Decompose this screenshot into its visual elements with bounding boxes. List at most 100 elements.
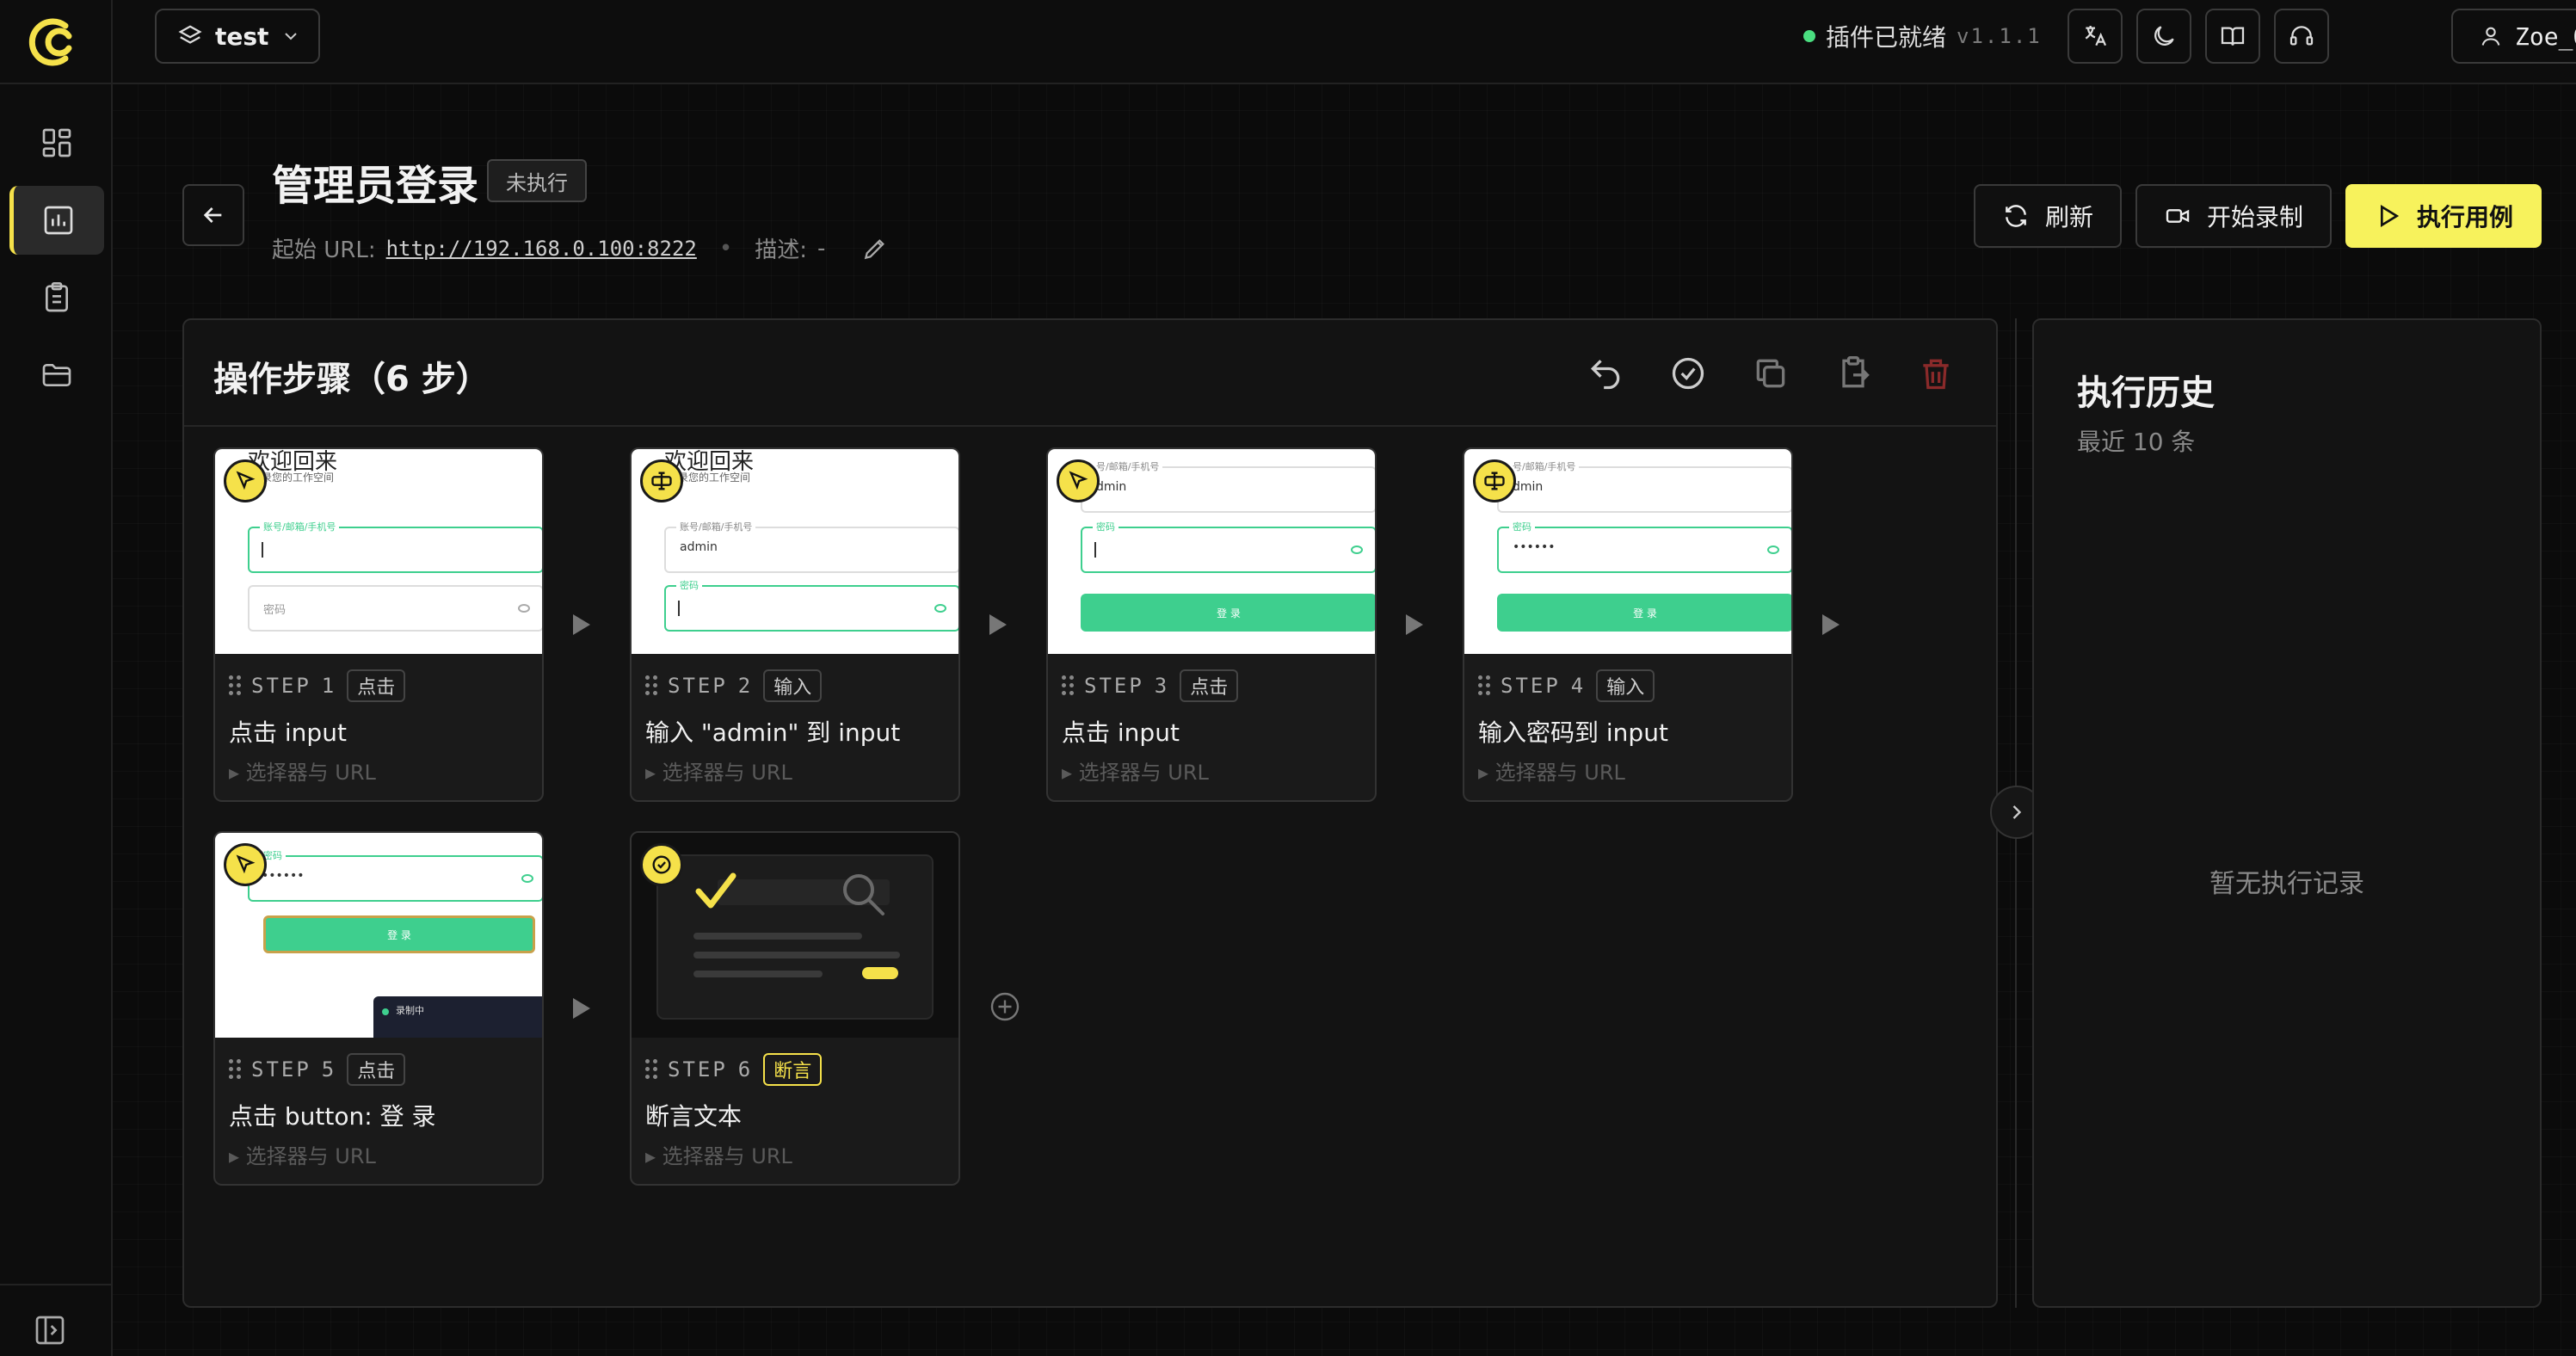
thumb-password-value: •••••• <box>262 869 305 883</box>
workspace-selector[interactable]: test <box>155 9 320 64</box>
support-button[interactable] <box>2274 9 2329 64</box>
meta-separator: • <box>718 235 733 262</box>
step-6-type-badge <box>640 843 683 886</box>
clipboard-export-icon <box>1842 356 1870 388</box>
thumb-account-field <box>248 527 542 573</box>
start-url-link[interactable]: http://192.168.0.100:8222 <box>386 237 697 261</box>
step-label: STEP <box>1084 674 1144 698</box>
language-button[interactable] <box>2068 9 2123 64</box>
theme-toggle-button[interactable] <box>2136 9 2191 64</box>
step-selector-toggle[interactable]: ▸ 选择器与 URL <box>229 755 376 786</box>
check-circle-icon <box>652 855 671 874</box>
book-open-icon <box>2221 27 2245 46</box>
step-4-type-badge <box>1473 459 1516 502</box>
step-type-tag: 点击 <box>1180 669 1239 702</box>
sidebar-item-test-cases[interactable] <box>0 184 113 256</box>
flow-arrow <box>989 614 1007 635</box>
pointer-icon <box>236 854 256 874</box>
step-selector-toggle[interactable]: ▸ 选择器与 URL <box>1062 755 1209 786</box>
pointer-icon <box>236 471 256 490</box>
step-label: STEP <box>251 674 311 698</box>
add-step-icon[interactable] <box>989 991 1020 1022</box>
step-number: 4 <box>1570 674 1587 698</box>
drag-handle-icon[interactable] <box>645 1059 657 1080</box>
step-selector-toggle[interactable]: ▸ 选择器与 URL <box>645 1139 792 1169</box>
thumb-password-label: 密码 <box>676 578 702 592</box>
step-number: 1 <box>321 674 337 698</box>
select-all-button[interactable] <box>1669 354 1707 392</box>
step-title: 点击 input <box>1062 718 1180 747</box>
sidebar-divider-bottom <box>0 1284 113 1285</box>
step-type-tag: 点击 <box>347 669 406 702</box>
step-card-3[interactable]: dmin 号/邮箱/手机号 密码 登 录 STEP 3 点击 点击 input … <box>1046 447 1377 802</box>
history-title: 执行历史 <box>2077 373 2215 413</box>
step-card-4[interactable]: dmin 号/邮箱/手机号 •••••• 密码 登 录 STEP 4 输入 输入… <box>1463 447 1793 802</box>
undo-button[interactable] <box>1587 354 1624 392</box>
step-card-2[interactable]: 欢迎回来 登录您的工作空间 admin 账号/邮箱/手机号 密码 STEP 2 … <box>630 447 960 802</box>
eye-icon <box>1351 545 1363 554</box>
drag-handle-icon[interactable] <box>229 1059 241 1080</box>
thumb-password-placeholder: 密码 <box>263 604 287 617</box>
thumb-account-field: dmin <box>1497 466 1791 513</box>
drag-handle-icon[interactable] <box>1478 675 1490 696</box>
pointer-icon <box>1069 471 1088 490</box>
history-empty-state: 暂无执行记录 <box>2209 869 2364 899</box>
step-4-header: STEP 4 输入 <box>1478 669 1655 702</box>
docs-button[interactable] <box>2205 9 2260 64</box>
step-5-type-badge <box>224 843 267 886</box>
workspace-name: test <box>215 22 269 51</box>
step-type-tag: 输入 <box>763 669 823 702</box>
app-logo-icon[interactable] <box>22 12 83 72</box>
step-2-header: STEP 2 输入 <box>645 669 823 702</box>
sidebar-item-files[interactable] <box>0 339 113 411</box>
sidebar-item-dashboard[interactable] <box>0 107 113 179</box>
step-selector-toggle[interactable]: ▸ 选择器与 URL <box>229 1139 376 1169</box>
step-label: STEP <box>668 674 728 698</box>
text-cursor-icon <box>651 472 672 490</box>
play-icon <box>2380 204 2400 228</box>
test-cases-icon <box>44 206 73 235</box>
back-button[interactable] <box>182 184 244 246</box>
sidebar-item-reports[interactable] <box>0 262 113 334</box>
step-card-1[interactable]: 欢迎回来 登录您的工作空间 账号/邮箱/手机号 密码 STEP 1 点击 点击 … <box>213 447 544 802</box>
flow-arrow <box>1406 614 1423 635</box>
refresh-button[interactable]: 刷新 <box>1974 184 2122 248</box>
history-subtitle: 最近 10 条 <box>2077 428 2196 456</box>
thumb-account-label: 账号/邮箱/手机号 <box>676 520 756 533</box>
step-selector-toggle[interactable]: ▸ 选择器与 URL <box>645 755 792 786</box>
step-selector-toggle[interactable]: ▸ 选择器与 URL <box>1478 755 1625 786</box>
steps-panel: 操作步骤（6 步） 欢迎回来 登录您的工作空间 账号/邮箱/手机号 密码 STE… <box>182 318 1998 1308</box>
step-1-type-badge <box>224 459 267 502</box>
eye-icon <box>1767 545 1779 554</box>
thumb-recording-popup: 录制中 <box>373 996 542 1038</box>
export-button[interactable] <box>1834 354 1872 392</box>
drag-handle-icon[interactable] <box>645 675 657 696</box>
copy-button[interactable] <box>1752 354 1790 392</box>
step-label: STEP <box>251 1057 311 1082</box>
drag-handle-icon[interactable] <box>1062 675 1074 696</box>
sidebar-toggle-icon[interactable] <box>33 1313 67 1347</box>
step-card-5[interactable]: •••••• 密码 登 录 录制中 STEP 5 点击 点击 button: 登… <box>213 831 544 1186</box>
top-bar: test 插件已就绪 v1.1.1 Zoe_0991 <box>113 0 2576 84</box>
drag-handle-icon[interactable] <box>229 675 241 696</box>
user-menu[interactable]: Zoe_0991 <box>2451 9 2576 64</box>
layers-icon <box>178 25 202 44</box>
steps-panel-title: 操作步骤（6 步） <box>213 360 490 399</box>
app-root: test 插件已就绪 v1.1.1 Zoe_0991 管理员登录 未执行 <box>0 0 2576 1356</box>
plugin-status: 插件已就绪 v1.1.1 <box>1803 19 2042 53</box>
thumb-password-value: •••••• <box>1513 540 1556 554</box>
user-name: Zoe_0991 <box>2515 22 2576 51</box>
desc-label: 描述: <box>755 237 807 263</box>
edit-pencil-icon[interactable] <box>861 235 889 262</box>
step-card-6[interactable]: STEP 6 断言 断言文本 ▸ 选择器与 URL <box>630 831 960 1186</box>
status-dot <box>1803 30 1815 42</box>
thumb-password-field: •••••• <box>248 855 542 902</box>
sidebar <box>0 0 113 1356</box>
text-cursor-icon <box>1484 472 1505 490</box>
thumb-account-label: 账号/邮箱/手机号 <box>260 520 340 533</box>
delete-button[interactable] <box>1917 354 1955 392</box>
eye-icon <box>934 604 946 613</box>
run-case-button[interactable]: 执行用例 <box>2345 184 2542 248</box>
trash-icon <box>1923 359 1949 390</box>
start-recording-button[interactable]: 开始录制 <box>2135 184 2332 248</box>
